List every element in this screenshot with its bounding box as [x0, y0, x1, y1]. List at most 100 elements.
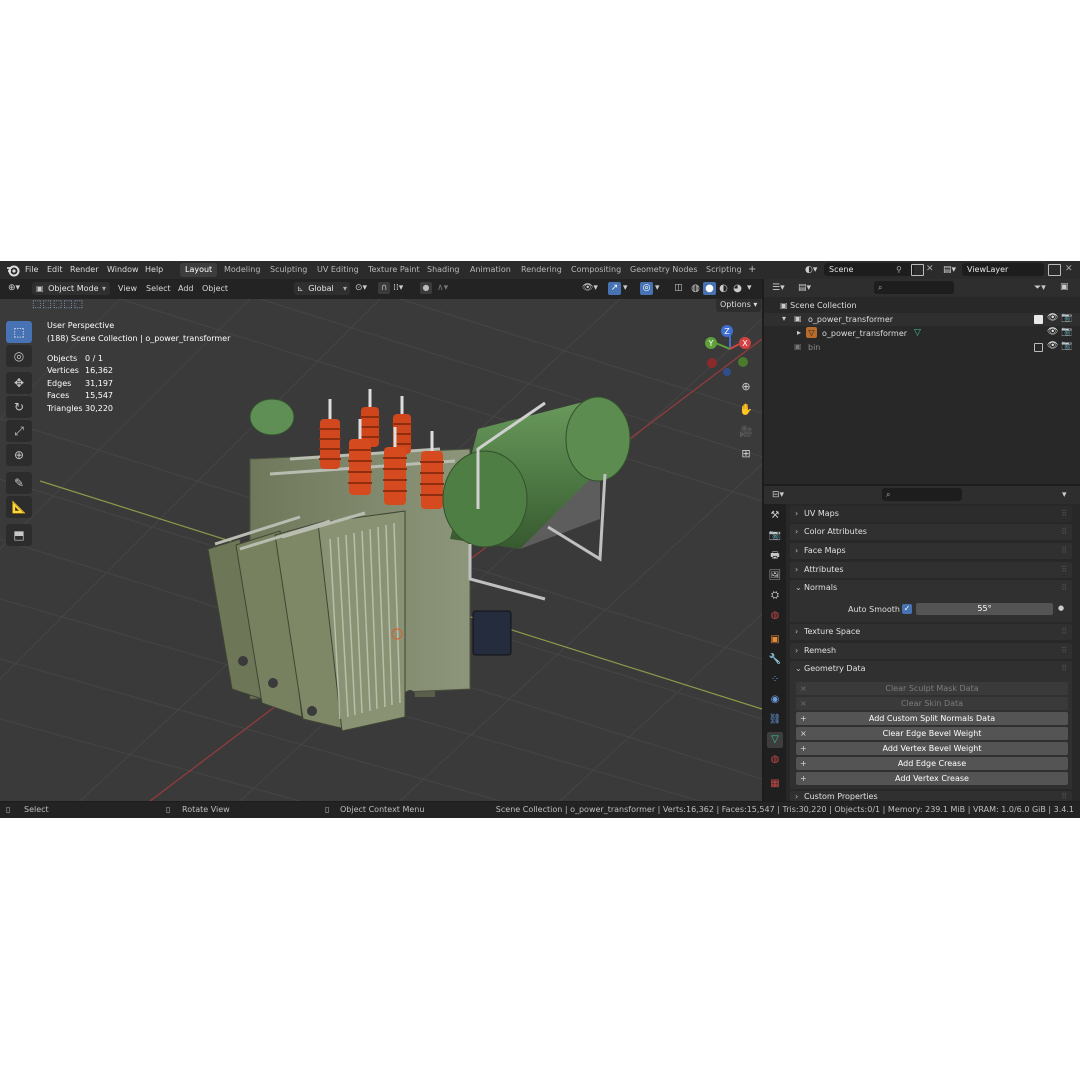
rotate-tool-icon[interactable]: ↻: [6, 396, 32, 418]
drag-grip-icon[interactable]: ⠿: [1061, 543, 1067, 559]
tool-tab-icon[interactable]: ⚒: [767, 508, 783, 524]
eye-icon[interactable]: 👁: [1047, 327, 1058, 337]
tab-uv-editing[interactable]: UV Editing: [312, 263, 364, 277]
transformer-model[interactable]: [207, 389, 631, 732]
properties-search-input[interactable]: ⌕: [882, 488, 962, 501]
tab-sculpting[interactable]: Sculpting: [265, 263, 312, 277]
move-tool-icon[interactable]: ✥: [6, 372, 32, 394]
menu-file[interactable]: File: [25, 265, 38, 274]
add-edge-crease-button[interactable]: + Add Edge Crease: [796, 757, 1068, 770]
tab-texture-paint[interactable]: Texture Paint: [363, 263, 425, 277]
select-mode-icons[interactable]: ⬚⬚⬚⬚⬚: [32, 299, 84, 310]
panel-geometry-data[interactable]: ⌄ Geometry Data ⠿: [790, 661, 1072, 677]
menu-edit[interactable]: Edit: [47, 265, 63, 274]
outliner-row-1[interactable]: ▾ ▣ o_power_transformer 👁 📷: [764, 313, 1080, 326]
view-layer-tab-icon[interactable]: 🖼: [767, 568, 783, 584]
mesh-data-tab-icon[interactable]: ▽: [767, 732, 783, 748]
object-tab-icon[interactable]: ▣: [767, 632, 783, 648]
drag-grip-icon[interactable]: ⠿: [1061, 562, 1067, 578]
3d-viewport[interactable]: ⬚ ◎ ✥ ↻ ⤢ ⊕ ✎ 📐 ⬒ ⬚⬚⬚⬚⬚ User Perspective…: [0, 299, 762, 801]
options-dropdown[interactable]: Options ▾: [716, 299, 762, 312]
blender-logo-icon[interactable]: [6, 263, 20, 277]
xray-icon[interactable]: ◫: [672, 282, 685, 295]
drag-grip-icon[interactable]: ⠿: [1061, 524, 1067, 540]
panel-texture-space[interactable]: › Texture Space ⠿: [790, 624, 1072, 640]
tab-modeling[interactable]: Modeling: [219, 263, 265, 277]
exclude-checkbox[interactable]: [1034, 343, 1043, 352]
tab-compositing[interactable]: Compositing: [566, 263, 626, 277]
outliner-row-3[interactable]: ▣ bin 👁 📷: [764, 341, 1080, 354]
close-scene-icon[interactable]: ✕: [926, 264, 934, 274]
pin-icon[interactable]: ⚲: [896, 265, 902, 274]
overlay-dropdown-icon[interactable]: ▾: [655, 283, 660, 293]
tab-geometry-nodes[interactable]: Geometry Nodes: [625, 263, 702, 277]
auto-smooth-angle-field[interactable]: 55°: [916, 603, 1053, 615]
panel-attributes[interactable]: › Attributes ⠿: [790, 562, 1072, 578]
scene-collection-row[interactable]: ▣ Scene Collection: [780, 301, 857, 310]
menu-select[interactable]: Select: [146, 282, 171, 296]
material-shading-icon[interactable]: ◐: [717, 282, 730, 295]
menu-render[interactable]: Render: [70, 265, 98, 274]
eye-icon[interactable]: 👁: [1047, 341, 1058, 351]
pan-hand-icon[interactable]: ✋: [737, 401, 755, 419]
filter-icon[interactable]: ⏷▾: [1034, 283, 1046, 293]
select-box-tool-icon[interactable]: ⬚: [6, 321, 32, 343]
zoom-icon[interactable]: ⊕: [737, 378, 755, 396]
view-layer-field[interactable]: ViewLayer: [962, 263, 1044, 276]
add-cube-tool-icon[interactable]: ⬒: [6, 524, 32, 546]
snap-target-icon[interactable]: ⁞⁞▾: [393, 283, 403, 293]
tab-shading[interactable]: Shading: [422, 263, 465, 277]
mode-dropdown[interactable]: ▣ Object Mode ▾: [32, 282, 110, 295]
drag-grip-icon[interactable]: ⠿: [1061, 624, 1067, 640]
drag-grip-icon[interactable]: ⠿: [1061, 580, 1067, 596]
gizmo-toggle-icon[interactable]: ↗: [608, 282, 621, 295]
outliner-editor-type-icon[interactable]: ☰▾: [772, 283, 785, 293]
cursor-tool-icon[interactable]: ◎: [6, 345, 32, 367]
drag-grip-icon[interactable]: ⠿: [1061, 661, 1067, 677]
rendered-shading-icon[interactable]: ◕: [731, 282, 744, 295]
material-tab-icon[interactable]: ◍: [767, 752, 783, 768]
properties-options-icon[interactable]: ▾: [1062, 490, 1067, 500]
camera-view-icon[interactable]: 🎥: [737, 423, 755, 441]
tab-layout[interactable]: Layout: [180, 263, 218, 277]
new-scene-icon[interactable]: [911, 264, 924, 276]
tab-animation[interactable]: Animation: [465, 263, 516, 277]
display-mode-icon[interactable]: ▤▾: [798, 283, 811, 293]
measure-tool-icon[interactable]: 📐: [6, 496, 32, 518]
outliner-search-input[interactable]: ⌕: [874, 281, 954, 294]
clear-edge-bevel-weight-button[interactable]: × Clear Edge Bevel Weight: [796, 727, 1068, 740]
snap-icon[interactable]: ∩: [378, 282, 390, 294]
proportional-editing-icon[interactable]: ●: [420, 282, 432, 294]
particles-tab-icon[interactable]: ⁘: [767, 672, 783, 688]
drag-grip-icon[interactable]: ⠿: [1061, 506, 1067, 522]
panel-remesh[interactable]: › Remesh ⠿: [790, 643, 1072, 659]
panel-face-maps[interactable]: › Face Maps ⠿: [790, 543, 1072, 559]
panel-color-attributes[interactable]: › Color Attributes ⠿: [790, 524, 1072, 540]
add-vertex-crease-button[interactable]: + Add Vertex Crease: [796, 772, 1068, 785]
modifier-tab-icon[interactable]: 🔧: [767, 652, 783, 668]
menu-object[interactable]: Object: [202, 282, 228, 296]
solid-shading-icon[interactable]: ●: [703, 282, 716, 295]
scene-selector-icon[interactable]: ◐▾: [805, 265, 817, 275]
texture-tab-icon[interactable]: ▦: [767, 776, 783, 792]
proportional-falloff-icon[interactable]: ∧▾: [437, 283, 448, 293]
auto-smooth-checkbox[interactable]: ✓: [902, 604, 912, 614]
eye-icon[interactable]: 👁: [1047, 313, 1058, 323]
editor-type-icon[interactable]: ⊕▾: [8, 283, 20, 293]
panel-normals[interactable]: ⌄ Normals ⠿: [790, 580, 1072, 596]
transform-orientation-dropdown[interactable]: ⊾ Global ▾: [294, 282, 350, 295]
exclude-checkbox[interactable]: [1034, 315, 1043, 324]
wireframe-shading-icon[interactable]: ◍: [689, 282, 702, 295]
overlay-toggle-icon[interactable]: ◎: [640, 282, 653, 295]
panel-custom-properties[interactable]: › Custom Properties ⠿: [790, 791, 1072, 801]
camera-icon[interactable]: 📷: [1061, 341, 1072, 351]
camera-icon[interactable]: 📷: [1061, 327, 1072, 337]
outliner-row-2[interactable]: ▸ ▽ o_power_transformer ▽ 👁 📷: [764, 327, 1080, 340]
new-collection-icon[interactable]: ▣: [1060, 282, 1069, 292]
orthographic-grid-icon[interactable]: ⊞: [737, 445, 755, 463]
menu-view[interactable]: View: [118, 282, 137, 296]
transform-tool-icon[interactable]: ⊕: [6, 444, 32, 466]
gizmo-dropdown-icon[interactable]: ▾: [623, 283, 628, 293]
scale-tool-icon[interactable]: ⤢: [6, 420, 32, 442]
panel-uv-maps[interactable]: › UV Maps ⠿: [790, 506, 1072, 522]
